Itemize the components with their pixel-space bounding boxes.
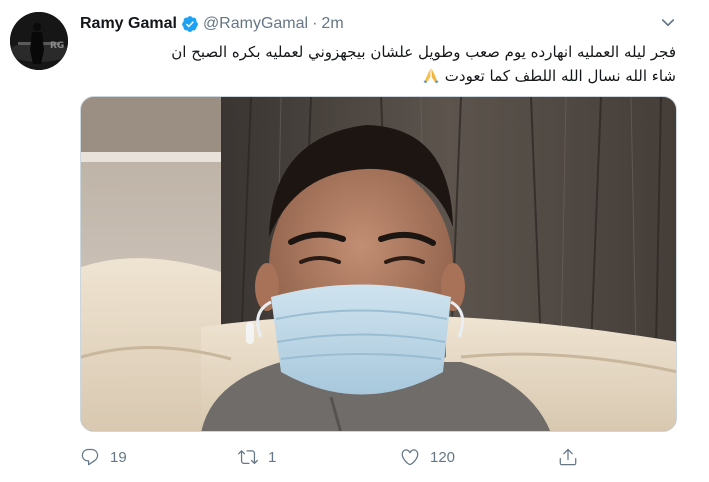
separator-dot: · bbox=[312, 15, 318, 32]
tweet-timestamp[interactable]: 2m bbox=[321, 15, 343, 33]
tweet-text: فجر ليله العمليه انهارده يوم صعب وطويل ع… bbox=[80, 40, 676, 88]
tweet-card[interactable]: RG Ramy Gamal @RamyGamal · 2m فجر ليله ا… bbox=[0, 0, 709, 482]
svg-text:RG: RG bbox=[50, 41, 64, 51]
like-button[interactable]: 120 bbox=[400, 444, 455, 470]
tweet-text-line: شاء الله نسال الله اللطف كما تعودت bbox=[80, 64, 676, 88]
tweet-header: Ramy Gamal @RamyGamal · 2m bbox=[80, 14, 344, 34]
tweet-text-segment: شاء الله نسال الله اللطف كما تعودت bbox=[444, 67, 676, 85]
like-count: 120 bbox=[430, 448, 456, 466]
heart-icon bbox=[401, 449, 419, 466]
author-name[interactable]: Ramy Gamal bbox=[80, 15, 177, 33]
retweet-button[interactable]: 1 bbox=[238, 444, 276, 470]
share-icon bbox=[559, 448, 577, 466]
verified-badge-icon bbox=[181, 15, 199, 33]
chevron-down-icon[interactable] bbox=[659, 14, 677, 32]
retweet-icon bbox=[238, 450, 258, 465]
reply-icon bbox=[81, 448, 99, 466]
author-handle[interactable]: @RamyGamal bbox=[203, 15, 308, 33]
retweet-count: 1 bbox=[268, 448, 277, 466]
avatar[interactable]: RG bbox=[10, 12, 68, 70]
reply-count: 19 bbox=[110, 448, 127, 466]
share-button[interactable] bbox=[558, 444, 578, 470]
reply-button[interactable]: 19 bbox=[80, 444, 127, 470]
tweet-photo[interactable] bbox=[80, 96, 677, 432]
tweet-text-line: فجر ليله العمليه انهارده يوم صعب وطويل ع… bbox=[171, 43, 676, 61]
folded-hands-icon bbox=[422, 66, 440, 84]
tweet-actions: 19 1 120 bbox=[80, 444, 680, 470]
